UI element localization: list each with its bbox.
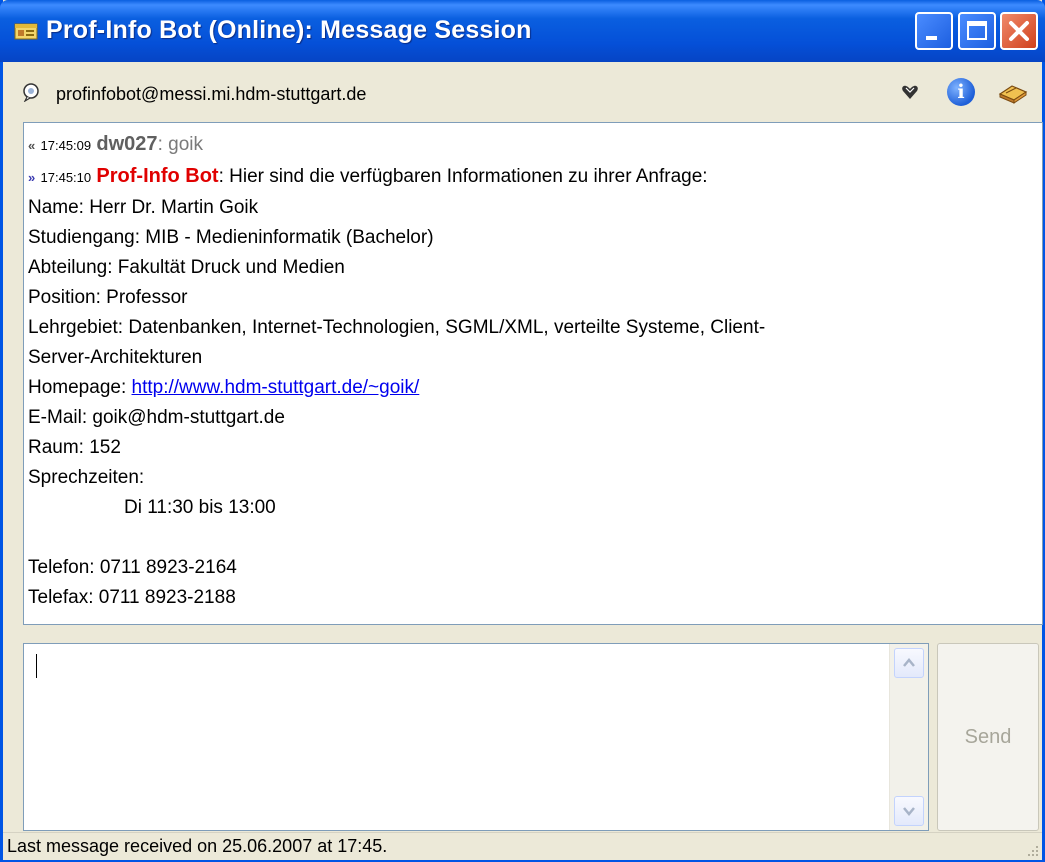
homepage-link[interactable]: http://www.hdm-stuttgart.de/~goik/ [132,377,420,398]
sender-name: Prof-Info Bot [96,165,219,187]
info-telefax: Telefax: 0711 8923-2188 [28,587,236,608]
text-caret [36,654,37,678]
message-separator: : [218,166,230,187]
message-line: » 17:45:10 Prof-Info Bot: Hier sind die … [28,161,1042,193]
resize-grip-icon[interactable] [1026,844,1040,858]
info-telefon: Telefon: 0711 8923-2164 [28,557,237,578]
message-history[interactable]: « 17:45:09 dw027: goik » 17:45:10 Prof-I… [23,122,1043,625]
scroll-up-button[interactable] [894,648,924,678]
status-bar: Last message received on 25.06.2007 at 1… [3,832,1042,860]
presence-bulb-icon [23,83,39,102]
info-raum: Raum: 152 [28,437,121,458]
sender-name: dw027 [96,133,158,155]
info-email: E-Mail: goik@hdm-stuttgart.de [28,407,285,428]
incoming-arrow-icon: « [28,138,36,153]
contact-address: profinfobot@messi.mi.hdm-stuttgart.de [56,84,367,104]
message-line: « 17:45:09 dw027: goik [28,129,1042,161]
chevron-up-icon [903,658,915,667]
outgoing-arrow-icon: » [28,170,36,185]
info-sprechzeiten-value: Di 11:30 bis 13:00 [124,497,276,518]
message-text: Hier sind die verfügbaren Informationen … [229,166,708,187]
message-input[interactable] [23,643,929,831]
maximize-icon [967,21,987,40]
message-timestamp: 17:45:09 [40,138,92,153]
maximize-button[interactable] [958,12,996,50]
window-title: Prof-Info Bot (Online): Message Session [46,16,532,44]
message-timestamp: 17:45:10 [40,170,92,185]
info-lehrgebiet-line1: Lehrgebiet: Datenbanken, Internet-Techno… [28,317,766,338]
title-bar[interactable]: Prof-Info Bot (Online): Message Session [0,0,1045,62]
info-sprechzeiten: Sprechzeiten: [28,467,145,488]
contact-card-icon [14,23,38,40]
chevron-down-icon [903,807,915,816]
status-text: Last message received on 25.06.2007 at 1… [7,836,388,856]
info-homepage: Homepage: http://www.hdm-stuttgart.de/~g… [28,373,1042,403]
close-button[interactable] [1000,12,1038,50]
close-icon [1009,21,1029,41]
info-lehrgebiet-line2: Server-Architekturen [28,347,203,368]
contact-bar: profinfobot@messi.mi.hdm-stuttgart.de i [3,62,1042,122]
info-position: Position: Professor [28,287,188,308]
info-name: Name: Herr Dr. Martin Goik [28,197,259,218]
info-icon[interactable]: i [947,78,975,106]
heart-icon[interactable] [900,82,920,102]
input-scrollbar[interactable] [889,644,928,830]
book-icon[interactable] [998,80,1028,104]
message-session-window: Prof-Info Bot (Online): Message Session … [0,0,1045,862]
scroll-down-button[interactable] [894,796,924,826]
minimize-button[interactable] [915,12,953,50]
minimize-icon [926,36,937,40]
info-studiengang: Studiengang: MIB - Medieninformatik (Bac… [28,227,434,248]
homepage-label: Homepage: [28,377,132,398]
send-button[interactable]: Send [937,643,1039,831]
info-abteilung: Abteilung: Fakultät Druck und Medien [28,257,345,278]
message-text: goik [168,134,203,155]
message-separator: : [157,134,169,155]
